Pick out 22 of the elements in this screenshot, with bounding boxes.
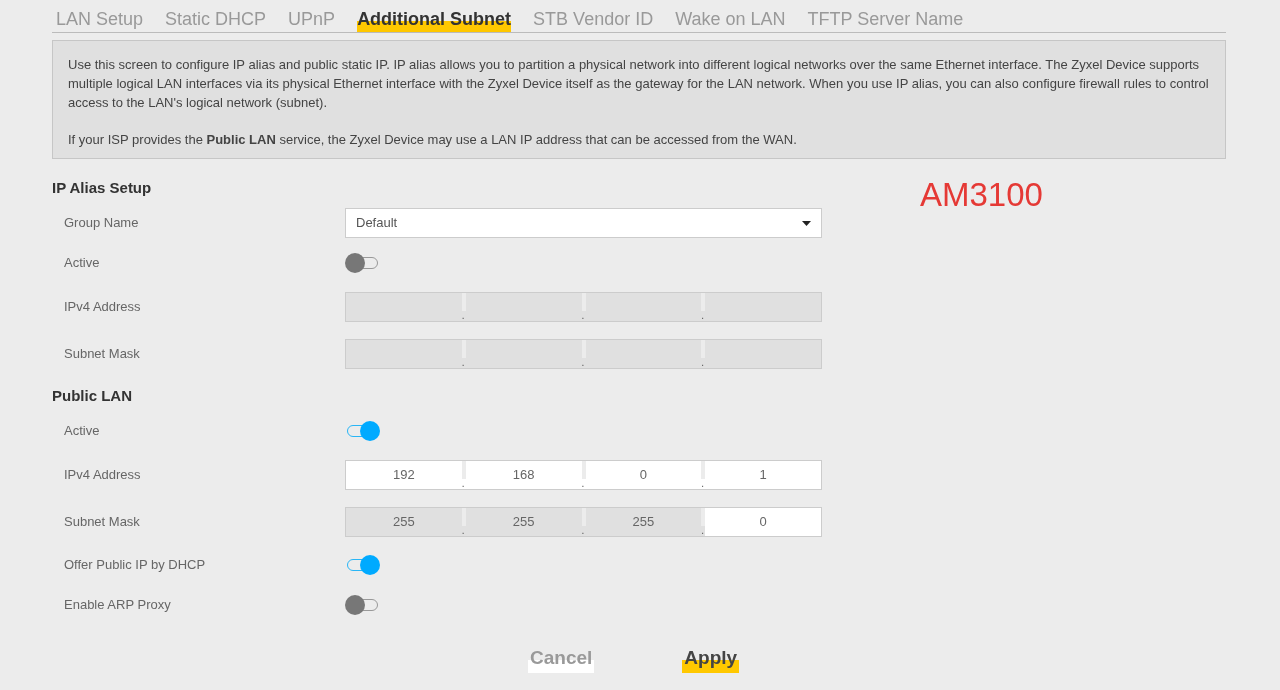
section-heading: Public LAN — [52, 386, 132, 406]
field-label: IPv4 Address — [63, 297, 142, 316]
field-label: Subnet Mask — [63, 512, 141, 531]
description-text: Use this screen to configure IP alias and public static IP. IP alias allows you to partition a physical network into different logical networks over the same Ethernet interface. The Zyxel Device supports multiple logical LAN interfaces via its physical Ethernet interface with the Zyxel Device itself as the gateway for the LAN network. When you use IP alias, you can also configure firewall rules to control access to the LAN's logical network (subnet). — [68, 56, 1210, 112]
field-label: Group Name — [63, 214, 140, 233]
field-label: Active — [63, 422, 101, 441]
tab[interactable]: LAN Setup — [56, 8, 144, 32]
tab[interactable]: UPnP — [288, 8, 336, 32]
field-label: Active — [63, 254, 101, 273]
tab[interactable]: STB Vendor ID — [533, 8, 654, 32]
caret-icon — [802, 220, 811, 226]
field-label: Subnet Mask — [63, 344, 141, 363]
field-label: Enable ARP Proxy — [63, 596, 172, 615]
field-label: IPv4 Address — [63, 465, 142, 484]
group-dropdown[interactable]: Default — [345, 208, 822, 238]
tab[interactable]: Wake on LAN — [675, 8, 786, 32]
section-heading: IP Alias Setup — [52, 178, 152, 198]
description-text: If your ISP provides the Public LAN service, the Zyxel Device may use a LAN IP address that can be accessed from the WAN. — [68, 131, 798, 149]
tab[interactable]: TFTP Server Name — [807, 8, 964, 32]
annotation-label: AM3100 — [920, 175, 1043, 215]
field-label: Offer Public IP by DHCP — [63, 556, 207, 575]
tab[interactable]: Static DHCP — [165, 8, 267, 32]
